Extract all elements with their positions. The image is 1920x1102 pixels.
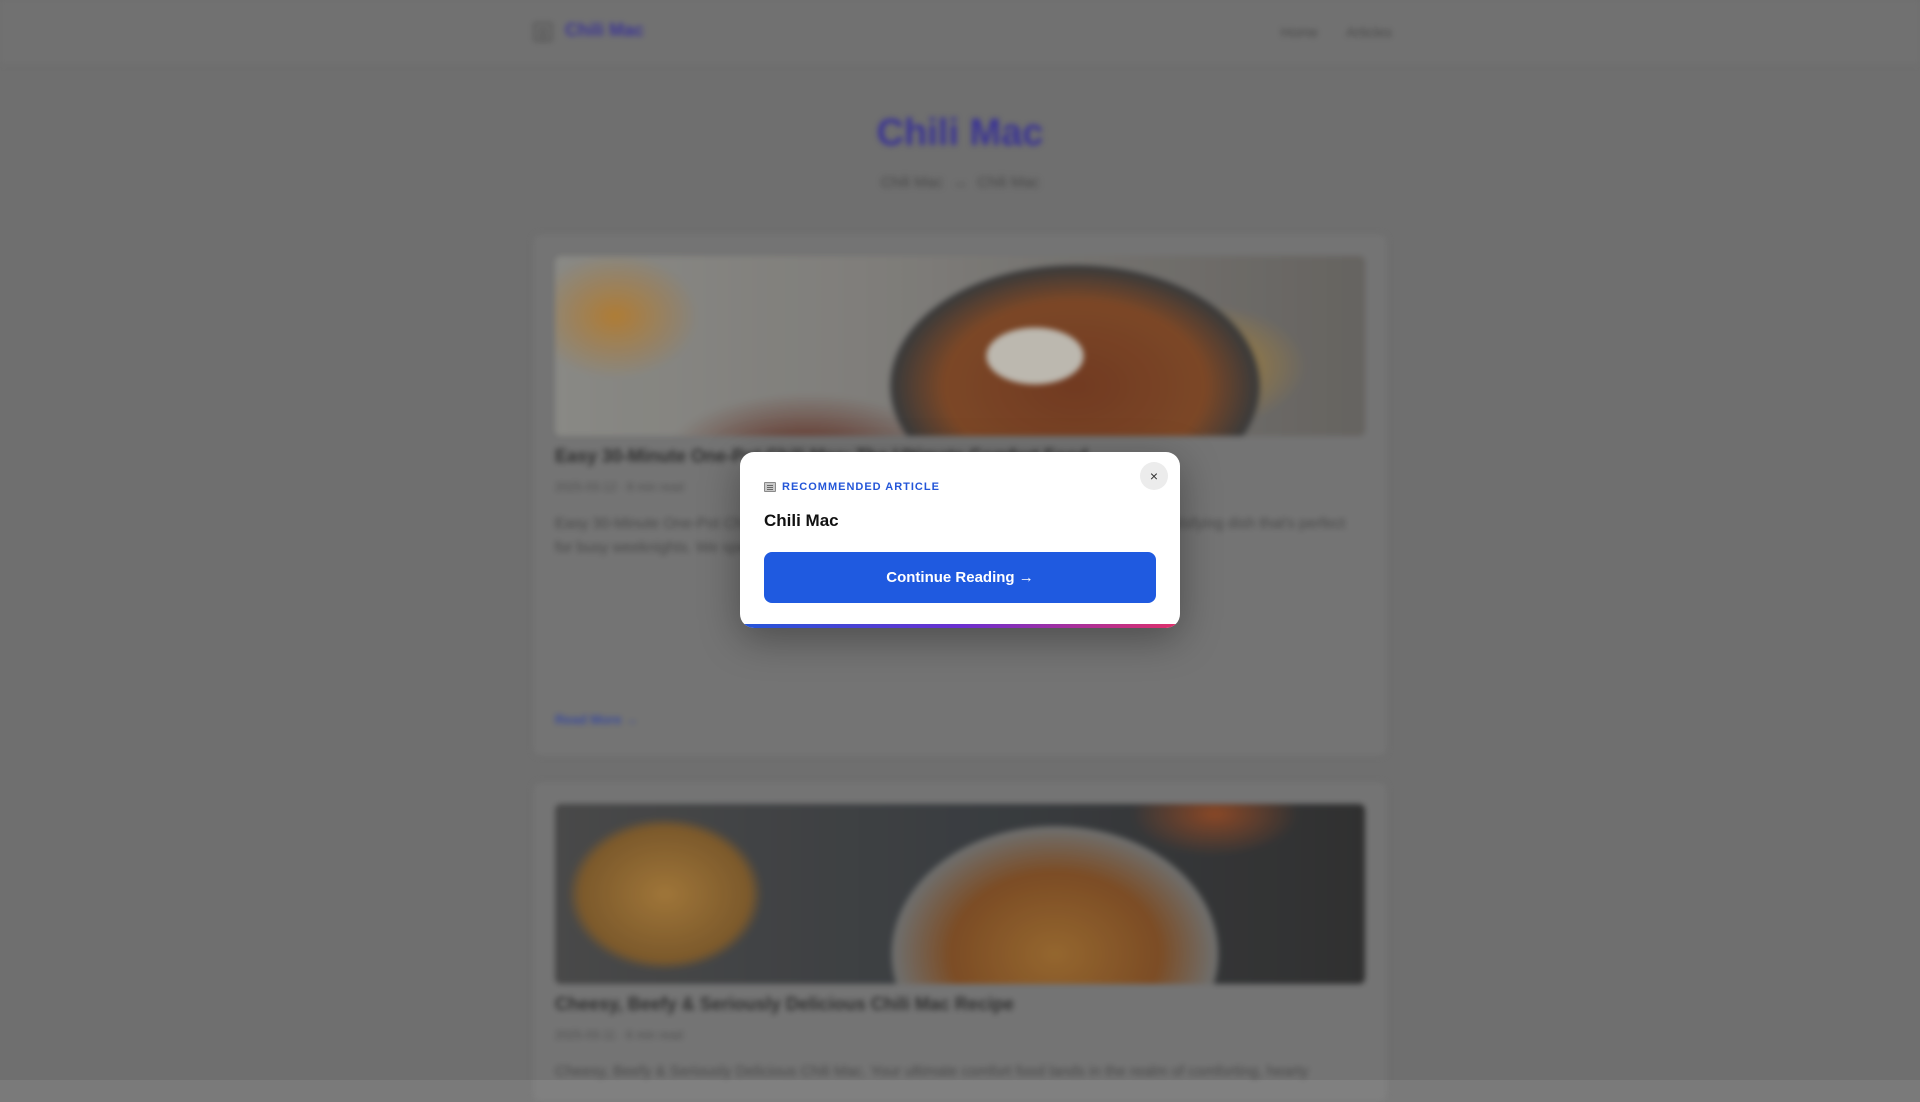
modal-eyebrow: RECOMMENDED ARTICLE (764, 481, 940, 493)
continue-reading-button[interactable]: Continue Reading → (764, 552, 1156, 603)
close-button[interactable]: × (1140, 462, 1168, 490)
eyebrow-label: RECOMMENDED ARTICLE (782, 481, 940, 493)
close-icon: × (1149, 468, 1159, 484)
recommendation-modal: × RECOMMENDED ARTICLE Chili Mac Continue… (740, 452, 1180, 628)
newspaper-icon (764, 482, 776, 492)
modal-title: Chili Mac (764, 511, 839, 530)
modal-accent-bar (740, 624, 1180, 628)
